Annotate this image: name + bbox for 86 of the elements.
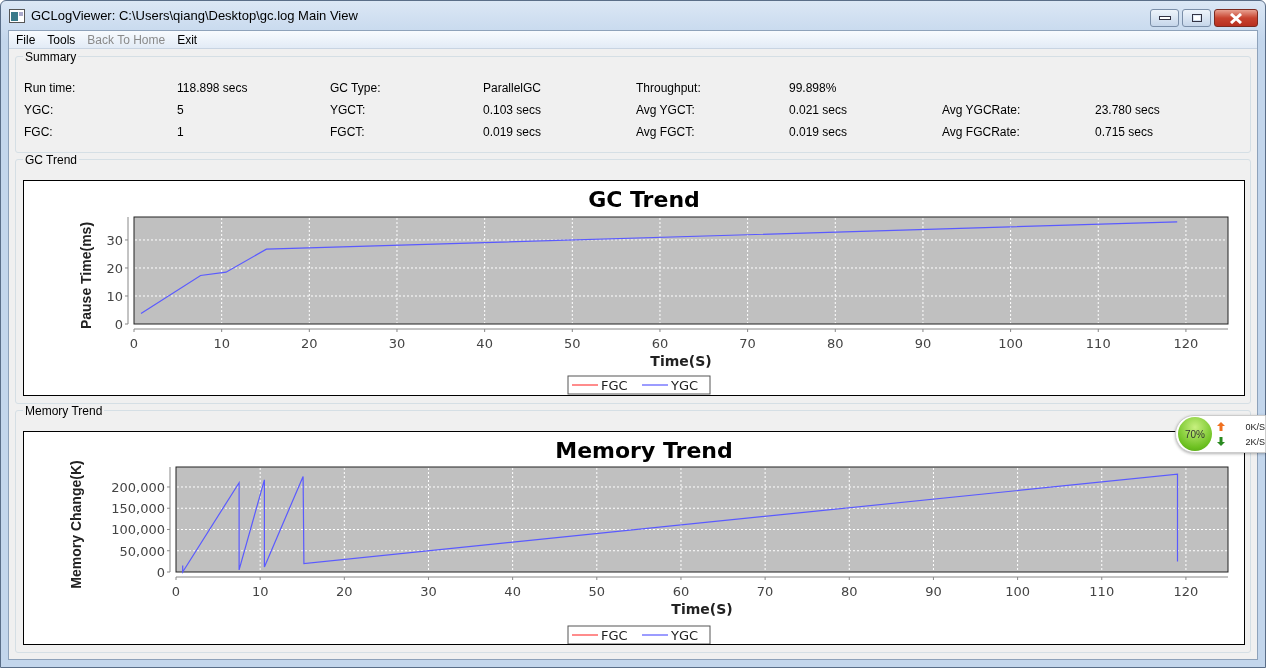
- legend-label: YGC: [671, 628, 699, 643]
- x-tick-label: 50: [588, 584, 606, 599]
- y-tick-label: 0: [114, 317, 123, 332]
- summary-label: FGC:: [24, 125, 54, 139]
- group-title: Summary: [23, 50, 79, 64]
- group-title: Memory Trend: [23, 404, 105, 418]
- close-icon: [1229, 12, 1243, 24]
- summary-label: Avg FGCT:: [636, 125, 696, 139]
- upload-speed: 0K/S: [1244, 421, 1265, 432]
- x-tick-label: 100: [1005, 584, 1030, 599]
- x-tick-label: 30: [388, 336, 406, 351]
- summary-label: FGCT:: [330, 125, 366, 139]
- legend-label: FGC: [601, 378, 628, 393]
- x-axis-title: Time(S): [650, 353, 712, 369]
- x-tick-label: 30: [420, 584, 437, 599]
- x-tick-label: 90: [914, 336, 932, 351]
- y-tick-label: 10: [106, 289, 123, 304]
- chart-title: Memory Trend: [555, 438, 733, 463]
- x-tick-label: 90: [925, 584, 942, 599]
- maximize-button[interactable]: [1182, 9, 1211, 27]
- legend-label: YGC: [671, 378, 699, 393]
- window-title: GCLogViewer: C:\Users\qiang\Desktop\gc.log Main View: [31, 8, 358, 23]
- minimize-button[interactable]: [1150, 9, 1179, 27]
- x-tick-label: 70: [756, 584, 774, 599]
- summary-value: 99.898%: [789, 81, 838, 95]
- x-tick-label: 0: [129, 336, 139, 351]
- x-tick-label: 10: [213, 336, 230, 351]
- x-tick-label: 50: [564, 336, 581, 351]
- usage-gauge: 70%: [1178, 417, 1212, 451]
- x-tick-label: 100: [998, 336, 1023, 351]
- summary-value: 1: [177, 125, 185, 139]
- summary-value: 23.780 secs: [1095, 103, 1161, 117]
- x-tick-label: 120: [1173, 584, 1199, 599]
- y-tick-label: 200,000: [111, 480, 165, 495]
- summary-label: Avg FGCRate:: [942, 125, 1021, 139]
- y-axis-title: Pause Time(ms): [78, 221, 94, 330]
- y-tick-label: 20: [106, 261, 123, 276]
- x-tick-label: 110: [1085, 336, 1111, 351]
- y-tick-label: 100,000: [111, 522, 165, 538]
- x-tick-label: 80: [841, 584, 858, 599]
- y-tick-label: 0: [156, 565, 165, 580]
- minimize-icon: [1158, 16, 1171, 20]
- y-tick-label: 50,000: [119, 543, 165, 559]
- x-axis-title: Time(S): [671, 601, 733, 617]
- close-button[interactable]: [1214, 9, 1258, 27]
- legend-label: FGC: [601, 628, 628, 643]
- x-tick-label: 20: [301, 336, 318, 351]
- x-tick-label: 40: [476, 336, 493, 351]
- download-arrow-icon: [1217, 437, 1225, 446]
- y-tick-label: 150,000: [111, 501, 165, 517]
- menu-item[interactable]: Exit: [172, 31, 205, 48]
- x-tick-label: 80: [827, 336, 844, 351]
- summary-label: Run time:: [24, 81, 77, 95]
- x-tick-label: 60: [672, 584, 690, 599]
- x-tick-label: 40: [504, 584, 521, 599]
- summary-value: 0.019 secs: [483, 125, 543, 139]
- summary-label: Avg YGCT:: [636, 103, 696, 117]
- x-tick-label: 60: [651, 336, 669, 351]
- app-icon: [9, 8, 25, 23]
- upload-arrow-icon: [1217, 422, 1225, 431]
- x-tick-label: 70: [739, 336, 756, 351]
- y-tick-label: 30: [106, 232, 123, 248]
- summary-label: Throughput:: [636, 81, 702, 95]
- summary-value: 0.021 secs: [789, 103, 849, 117]
- download-speed: 2K/S: [1244, 436, 1265, 447]
- x-tick-label: 110: [1089, 584, 1115, 599]
- group-title: GC Trend: [23, 153, 80, 167]
- summary-label: Avg YGCRate:: [942, 103, 1022, 117]
- x-tick-label: 0: [171, 584, 181, 599]
- maximize-icon: [1191, 14, 1202, 22]
- summary-value: ParallelGC: [483, 81, 543, 95]
- x-tick-label: 120: [1173, 336, 1199, 351]
- summary-value: 0.103 secs: [483, 103, 543, 117]
- summary-value: 0.019 secs: [789, 125, 849, 139]
- menu-item[interactable]: File: [11, 31, 43, 48]
- chart-title: GC Trend: [588, 187, 700, 212]
- summary-value: 5: [177, 103, 185, 117]
- y-axis-title: Memory Change(K): [68, 460, 84, 589]
- summary-label: YGCT:: [330, 103, 367, 117]
- summary-label: YGC:: [24, 103, 55, 117]
- x-tick-label: 10: [251, 584, 269, 599]
- x-tick-label: 20: [336, 584, 353, 599]
- summary-value: 0.715 secs: [1095, 125, 1155, 139]
- summary-value: 118.898 secs: [177, 81, 249, 95]
- summary-label: GC Type:: [330, 81, 382, 95]
- menu-item[interactable]: Tools: [42, 31, 83, 48]
